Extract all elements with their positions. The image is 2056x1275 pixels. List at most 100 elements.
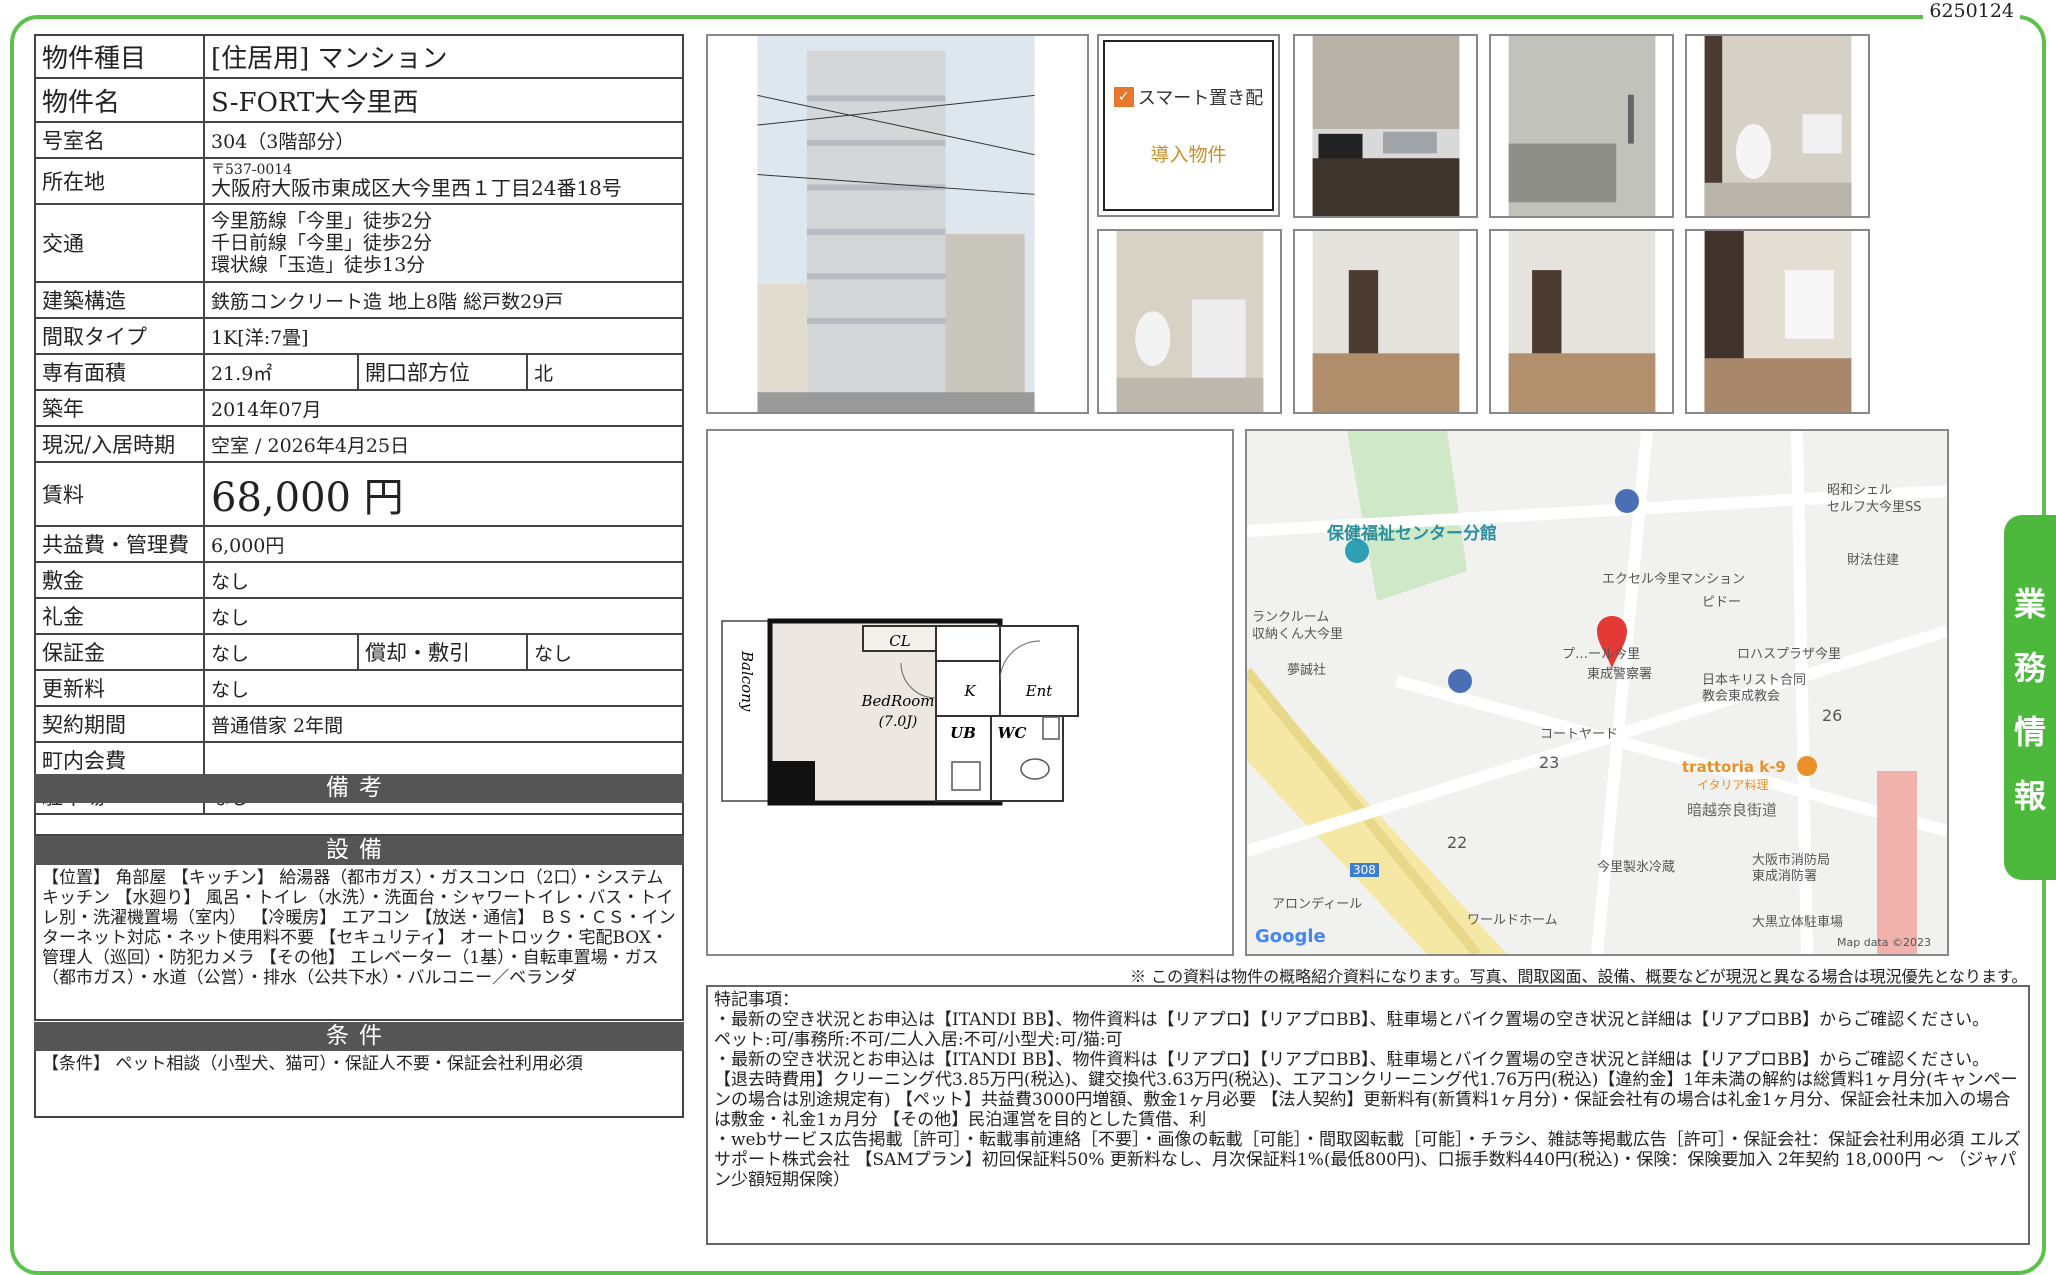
rent-value: 68,000 円 [203, 461, 684, 527]
map-label: 今里製氷冷蔵 [1597, 860, 1676, 875]
side-tab-char: 務 [2013, 648, 2046, 687]
area-value: 21.9㎡ [203, 353, 359, 391]
building-exterior-photo[interactable] [706, 34, 1089, 414]
room-photo-2[interactable] [1489, 229, 1674, 414]
special-notes-line: ・最新の空き状況とお申込は【ITANDI BB】、物件資料は【リアプロ】【リアプ… [714, 1050, 2018, 1130]
google-logo: Google [1255, 926, 1326, 947]
structure-label: 建築構造 [34, 281, 205, 319]
name-value: S-FORT大今里西 [203, 77, 684, 123]
map-label: 保健福祉センター分館 [1327, 524, 1497, 544]
keymoney-label: 礼金 [34, 597, 205, 635]
contract-value: 普通借家 2年間 [203, 705, 684, 743]
map-number: 22 [1447, 833, 1468, 852]
map-label: ワールドホーム [1467, 913, 1558, 928]
area-label: 専有面積 [34, 353, 205, 391]
map-label: イタリア料理 [1697, 778, 1769, 792]
map-label: ロハスプラザ今里 [1737, 647, 1842, 662]
access-line: 環状線「玉造」徒歩13分 [211, 254, 426, 276]
location-map[interactable]: 保健福祉センター分館 昭和シェル セルフ大今里SS 財法住建 エクセル今里マンシ… [1245, 429, 1949, 956]
floorplan-cl-label: CL [889, 632, 910, 650]
equipment-body: 【位置】 角部屋 【キッチン】 給湯器（都市ガス）・ガスコンロ（2口）・システム… [34, 865, 684, 1021]
access-label: 交通 [34, 203, 205, 283]
fee-value: 6,000円 [203, 525, 684, 563]
remarks-section: 備考 [34, 774, 684, 836]
room-value: 304（3階部分） [203, 121, 684, 159]
map-label: 東成警察署 [1587, 667, 1653, 682]
amort-value: なし [526, 633, 684, 671]
floorplan-wc-label: WC [998, 724, 1027, 742]
floorplan-ent-label: Ent [1025, 682, 1054, 700]
smart-delivery-subtitle: 導入物件 [1150, 144, 1227, 166]
toilet-photo[interactable] [1685, 34, 1870, 218]
type-value: [住居用] マンション [203, 34, 684, 79]
disclaimer-note: ※ この資料は物件の概略紹介資料になります。写真、間取図面、設備、概要などが現況… [1130, 967, 2028, 986]
smart-delivery-title: スマート置き配 [1137, 88, 1264, 109]
layout-value: 1K[洋:7畳] [203, 317, 684, 355]
floor-plan[interactable]: Balcony CL K Ent BedRoom (7.0J) UB WC [706, 429, 1234, 956]
property-table: 物件種目 [住居用] マンション 物件名 S-FORT大今里西 号室名 304（… [34, 34, 684, 815]
keymoney-value: なし [203, 597, 684, 635]
community-value [203, 741, 684, 779]
floorplan-balcony-label: Balcony [738, 650, 756, 712]
map-label: 財法住建 [1847, 553, 1900, 568]
postal-code: 〒537-0014 [211, 162, 293, 178]
special-notes-line: ・最新の空き状況とお申込は【ITANDI BB】、物件資料は【リアプロ】【リアプ… [714, 1010, 1990, 1030]
renewal-value: なし [203, 669, 684, 707]
facing-value: 北 [526, 353, 684, 391]
conditions-section: 条件 【条件】 ペット相談（小型犬、猫可）・保証人不要・保証会社利用必須 [34, 1022, 684, 1118]
layout-label: 間取タイプ [34, 317, 205, 355]
fee-label: 共益費・管理費 [34, 525, 205, 563]
map-label: エクセル今里マンション [1602, 572, 1746, 587]
map-label: セルフ大今里SS [1827, 500, 1922, 515]
side-tab-char: 業 [2013, 584, 2046, 623]
kitchen-photo[interactable] [1293, 34, 1478, 218]
map-label: アロンディール [1272, 897, 1363, 912]
smart-delivery-badge: ✓ スマート置き配 導入物件 [1097, 34, 1280, 217]
facing-label: 開口部方位 [357, 353, 528, 391]
conditions-body: 【条件】 ペット相談（小型犬、猫可）・保証人不要・保証会社利用必須 [34, 1051, 684, 1118]
room-photo-3[interactable] [1685, 229, 1870, 414]
special-notes-heading: 特記事項： [714, 990, 799, 1010]
side-tab-char: 報 [2013, 776, 2046, 815]
map-label: 教会東成教会 [1702, 689, 1781, 704]
access-line: 今里筋線「今里」徒歩2分 [211, 210, 433, 232]
floorplan-bedroom-label: BedRoom [860, 692, 934, 710]
rent-label: 賃料 [34, 461, 205, 527]
equipment-section: 設備 【位置】 角部屋 【キッチン】 給湯器（都市ガス）・ガスコンロ（2口）・シ… [34, 836, 684, 1021]
side-tab-business-info[interactable]: 業 務 情 報 [2004, 515, 2056, 880]
deposit-value: なし [203, 561, 684, 599]
equipment-header: 設備 [34, 836, 684, 865]
special-notes: 特記事項： ・最新の空き状況とお申込は【ITANDI BB】、物件資料は【リアプ… [706, 985, 2030, 1245]
map-label: 大黒立体駐車場 [1752, 915, 1844, 930]
community-label: 町内会費 [34, 741, 205, 779]
floorplan-bedroom-size: (7.0J) [879, 714, 918, 730]
room-photo-1[interactable] [1293, 229, 1478, 414]
special-notes-line: ペット:可/事務所:不可/二人入居:不可/小型犬:可/猫:可 [714, 1030, 1123, 1050]
structure-value: 鉄筋コンクリート造 地上8階 総戸数29戸 [203, 281, 684, 319]
map-label: 東成消防署 [1752, 869, 1818, 884]
map-label: コートヤード [1540, 727, 1619, 742]
map-label: プ…ール今里 [1562, 647, 1641, 662]
built-label: 築年 [34, 389, 205, 427]
remarks-header: 備考 [34, 774, 684, 803]
floorplan-k-label: K [963, 682, 976, 700]
guarantee-label: 保証金 [34, 633, 205, 671]
address-label: 所在地 [34, 157, 205, 205]
special-notes-line: ・webサービス広告掲載［許可］・転載事前連絡［不要］・画像の転載［可能］・間取… [714, 1130, 2021, 1190]
status-label: 現況/入居時期 [34, 425, 205, 463]
washroom-photo[interactable] [1097, 229, 1282, 414]
address-value: 大阪府大阪市東成区大今里西１丁目24番18号 [211, 176, 622, 200]
deposit-label: 敷金 [34, 561, 205, 599]
map-label: 暗越奈良街道 [1687, 801, 1778, 819]
map-number: 26 [1822, 706, 1843, 725]
map-label: 夢誠社 [1287, 663, 1327, 678]
bathroom-photo[interactable] [1489, 34, 1674, 218]
type-label: 物件種目 [34, 34, 205, 79]
map-attribution: Map data ©2023 [1837, 936, 1931, 949]
floorplan-ub-label: UB [950, 724, 976, 742]
room-label: 号室名 [34, 121, 205, 159]
contract-label: 契約期間 [34, 705, 205, 743]
smart-delivery-logo-icon: ✓ [1113, 87, 1134, 107]
amort-label: 償却・敷引 [357, 633, 528, 671]
map-label: 収納くん大今里 [1252, 627, 1344, 642]
